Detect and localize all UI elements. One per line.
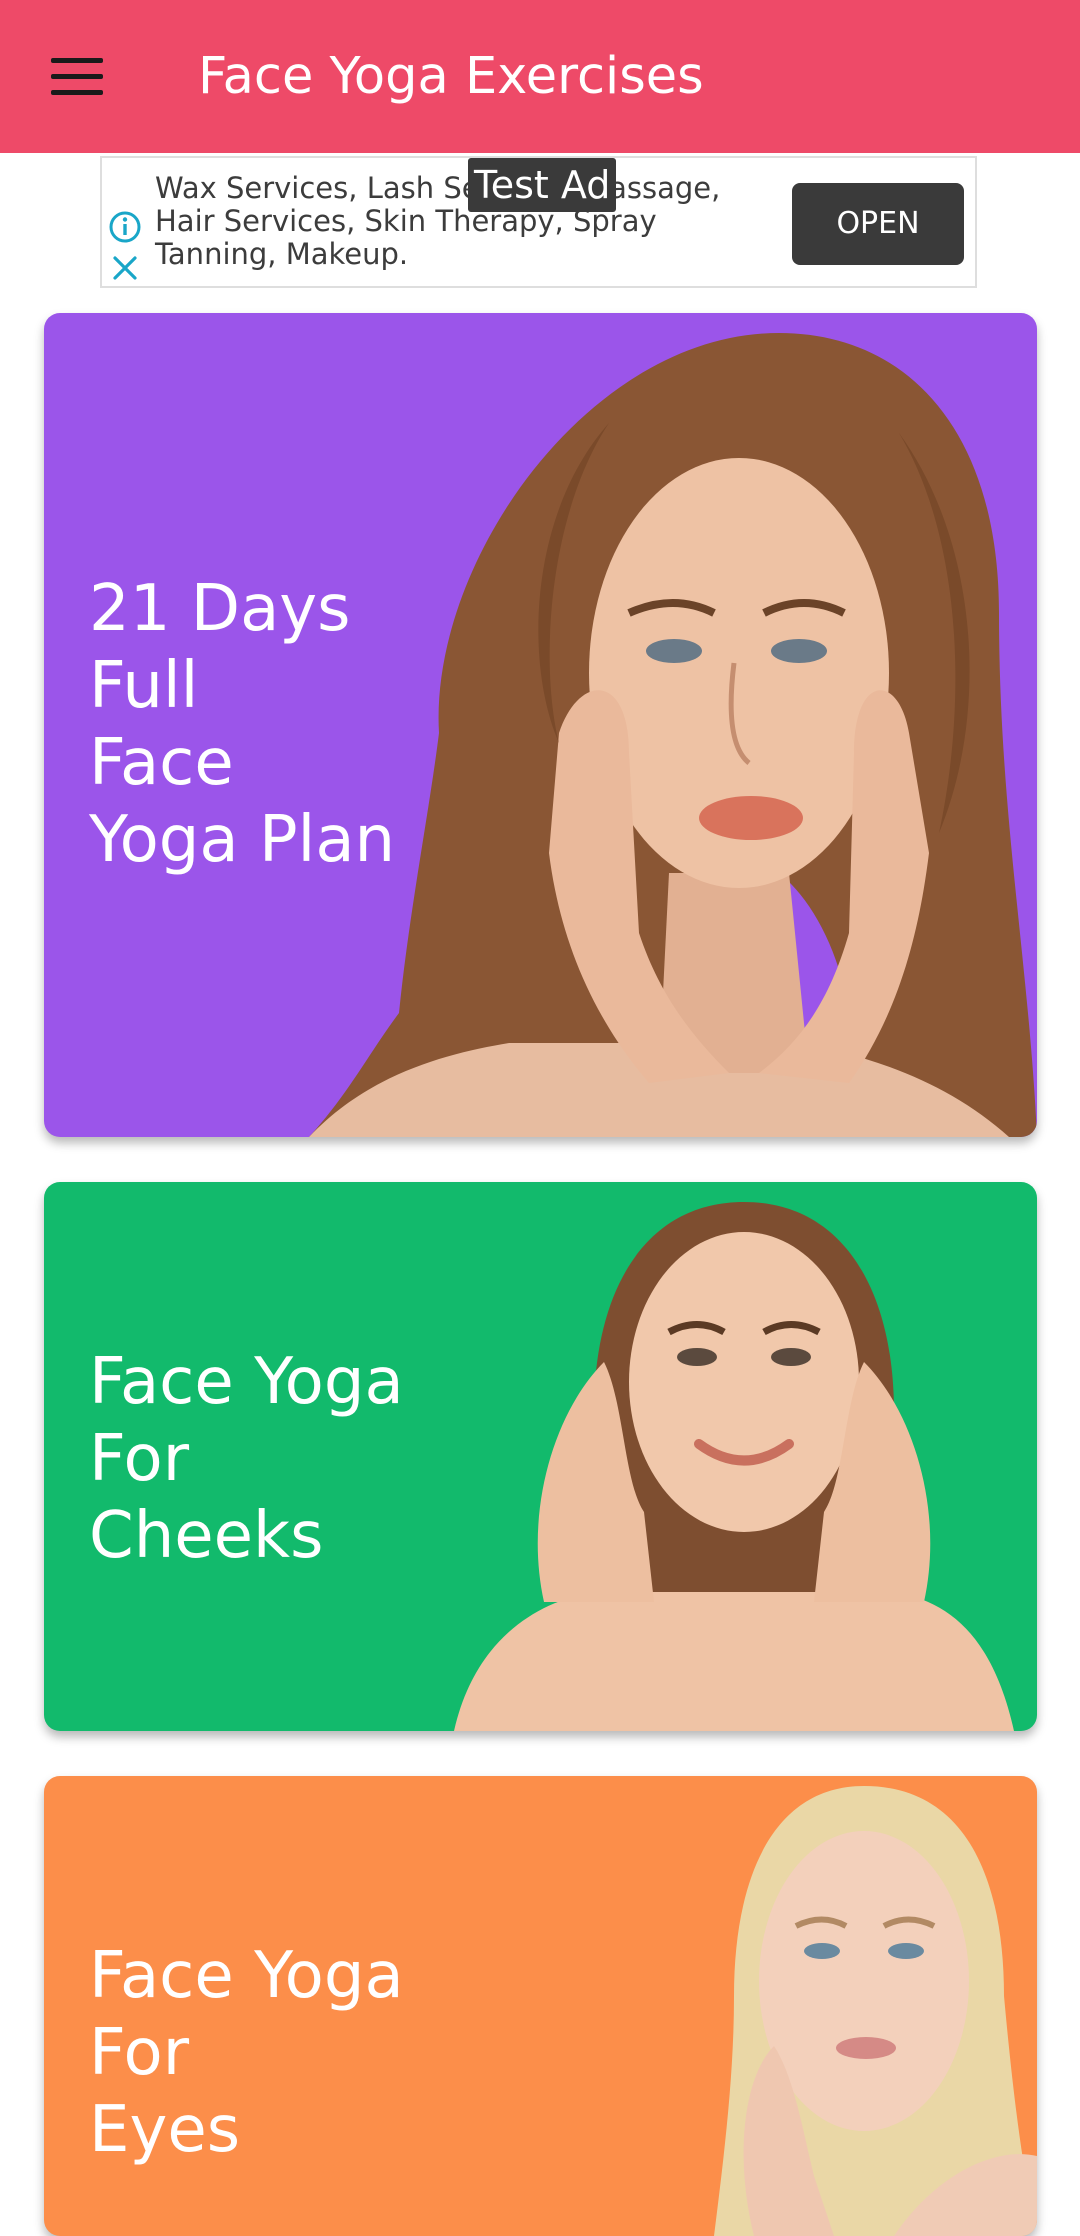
woman-eyes-photo xyxy=(714,1786,1037,2236)
close-icon[interactable] xyxy=(108,251,142,285)
card-title: Face Yoga For Cheeks xyxy=(89,1344,449,1575)
woman-face-photo xyxy=(309,333,1037,1137)
card-title: Face Yoga For Eyes xyxy=(89,1938,449,2169)
test-ad-label: Test Ad xyxy=(468,158,617,212)
app-bar: Face Yoga Exercises xyxy=(0,0,1080,153)
card-21-days-plan[interactable]: 21 Days Full Face Yoga Plan xyxy=(44,313,1037,1137)
ad-banner[interactable]: Wax Services, Lash Services, Massage, Ha… xyxy=(100,156,977,288)
hamburger-menu-icon[interactable] xyxy=(34,40,120,112)
info-icon[interactable] xyxy=(108,210,142,244)
card-face-yoga-cheeks[interactable]: Face Yoga For Cheeks xyxy=(44,1182,1037,1731)
app-title: Face Yoga Exercises xyxy=(198,47,704,106)
woman-cheeks-photo xyxy=(454,1202,1014,1731)
card-title-line: Face Yoga xyxy=(89,1345,404,1419)
card-title-line: Cheeks xyxy=(89,1499,324,1573)
card-title-line: For xyxy=(89,1422,189,1496)
card-title-line: Eyes xyxy=(89,2093,241,2167)
ad-text: Wax Services, Lash Services, Massage, Ha… xyxy=(155,171,721,271)
card-title-line: Face Yoga xyxy=(89,1939,404,2013)
ad-open-button[interactable]: OPEN xyxy=(792,183,964,265)
card-face-yoga-eyes[interactable]: Face Yoga For Eyes xyxy=(44,1776,1037,2236)
card-title-line: For xyxy=(89,2016,189,2090)
